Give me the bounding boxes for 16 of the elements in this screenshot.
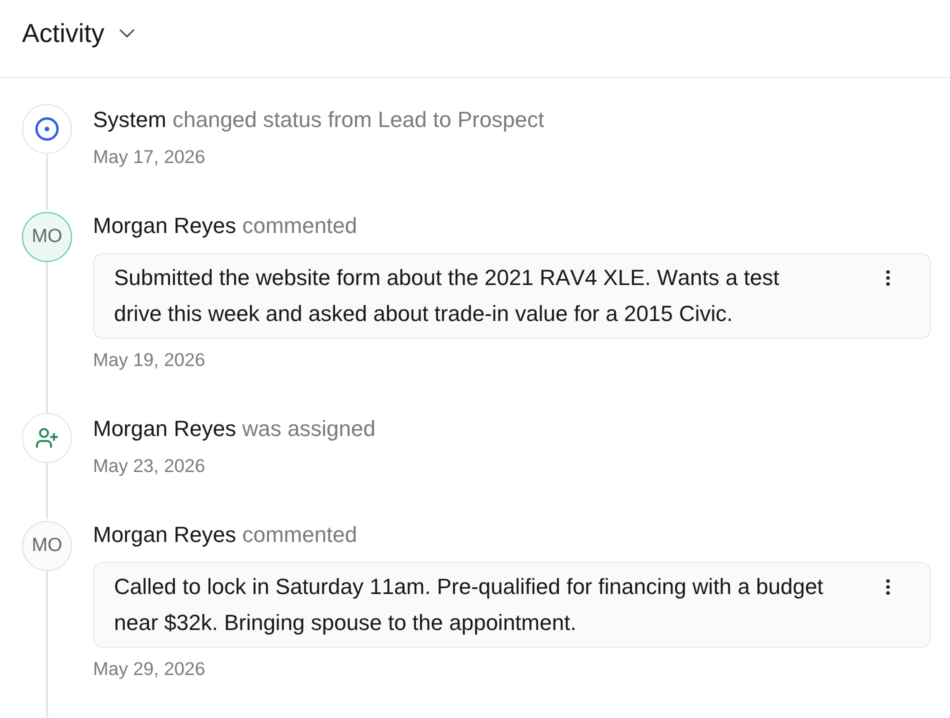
vertical-dots-icon — [886, 579, 890, 595]
comment-text: Called to lock in Saturday 11am. Pre-qualified for financing with a budget near $32k. Bringing spouse to the appointment. — [114, 573, 824, 637]
event-title: Morgan Reyes was assigned — [93, 415, 377, 443]
chevron-down-icon — [119, 29, 136, 38]
event-title: System changed status from Lead to Prospect — [93, 106, 546, 134]
event-title: Morgan Reyes commented — [93, 212, 358, 240]
event-title: Morgan Reyes commented — [93, 521, 358, 549]
event-date: May 17, 2026 — [93, 145, 206, 169]
activity-dropdown[interactable]: Activity — [22, 18, 136, 49]
comment-text: Submitted the website form about the 2021 RAV4 XLE. Wants a test drive this week and asked about trade-in value for a 2015 Civic. — [114, 264, 780, 328]
avatar: MO — [22, 521, 72, 571]
avatar: MO — [22, 212, 72, 262]
event-date: May 23, 2026 — [93, 454, 206, 478]
event-date: May 19, 2026 — [93, 348, 206, 372]
event-date: May 29, 2026 — [93, 657, 206, 681]
vertical-dots-icon — [886, 270, 890, 286]
